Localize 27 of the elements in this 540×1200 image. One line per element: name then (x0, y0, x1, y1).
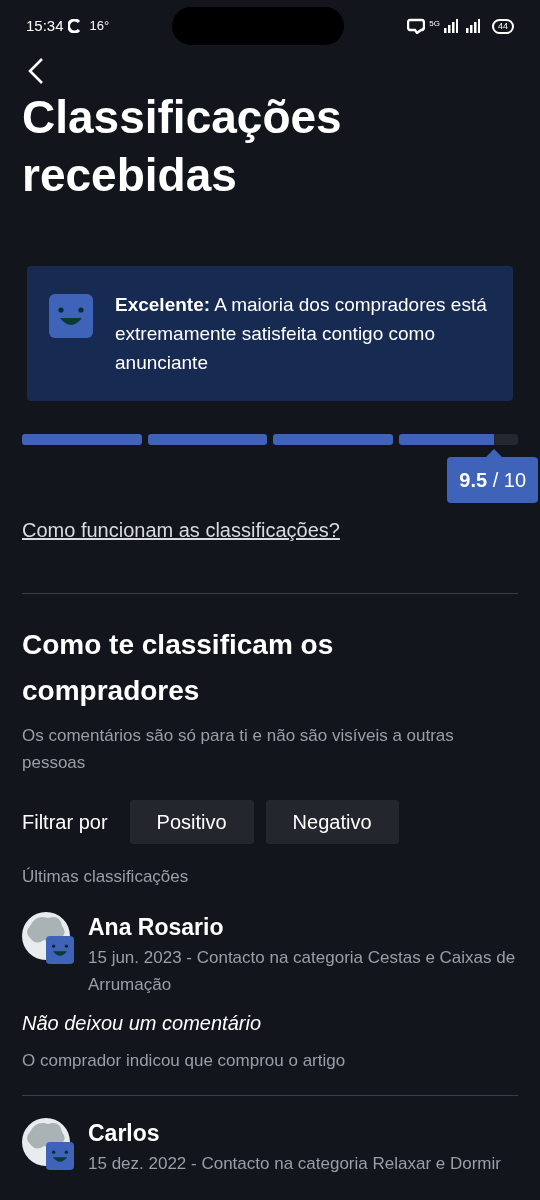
chat-icon (407, 18, 426, 34)
page-title: Classificações recebidas (22, 90, 343, 203)
help-link[interactable]: Como funcionam as classificações? (22, 519, 340, 541)
filter-label: Filtrar por (22, 810, 108, 835)
signal-icon (444, 19, 458, 33)
smiley-icon (49, 294, 93, 338)
clock: 15:34 (26, 15, 64, 36)
battery-indicator: 44 (492, 18, 514, 34)
filter-chip[interactable]: Negativo (265, 800, 399, 844)
filter-chip[interactable]: Positivo (129, 800, 254, 844)
review-comment: Não deixou um comentário (22, 1010, 262, 1036)
smiley-badge-icon (46, 1142, 74, 1170)
score-tooltip: 9.5 / 10 (447, 457, 538, 503)
signal-icon (466, 19, 480, 33)
latest-label: Últimas classificações (22, 866, 190, 888)
section-title: Como te classificam os compradores (22, 628, 335, 708)
section-subtitle: Os comentários são só para ti e não são visíveis a outras pessoas (22, 725, 455, 774)
reviewer-name: Ana Rosario (88, 912, 225, 942)
app-icon (67, 19, 82, 33)
temperature: 16° (89, 17, 110, 36)
review-meta: 15 dez. 2022 - Contacto na categoria Relaxar e Dormir (88, 1153, 502, 1175)
smiley-badge-icon (46, 935, 74, 964)
network-label: 5G (429, 18, 440, 30)
review-meta: 15 jun. 2023 - Contacto na categoria Cestas e Caixas de Arrumação (88, 946, 517, 996)
reviewer-name: Carlos (88, 1119, 161, 1148)
review-note: O comprador indicou que comprou o artigo (22, 1049, 347, 1072)
summary-text: Excelente: A maioria dos compradores está extremamente satisfeita contigo como anunciante (115, 293, 488, 375)
